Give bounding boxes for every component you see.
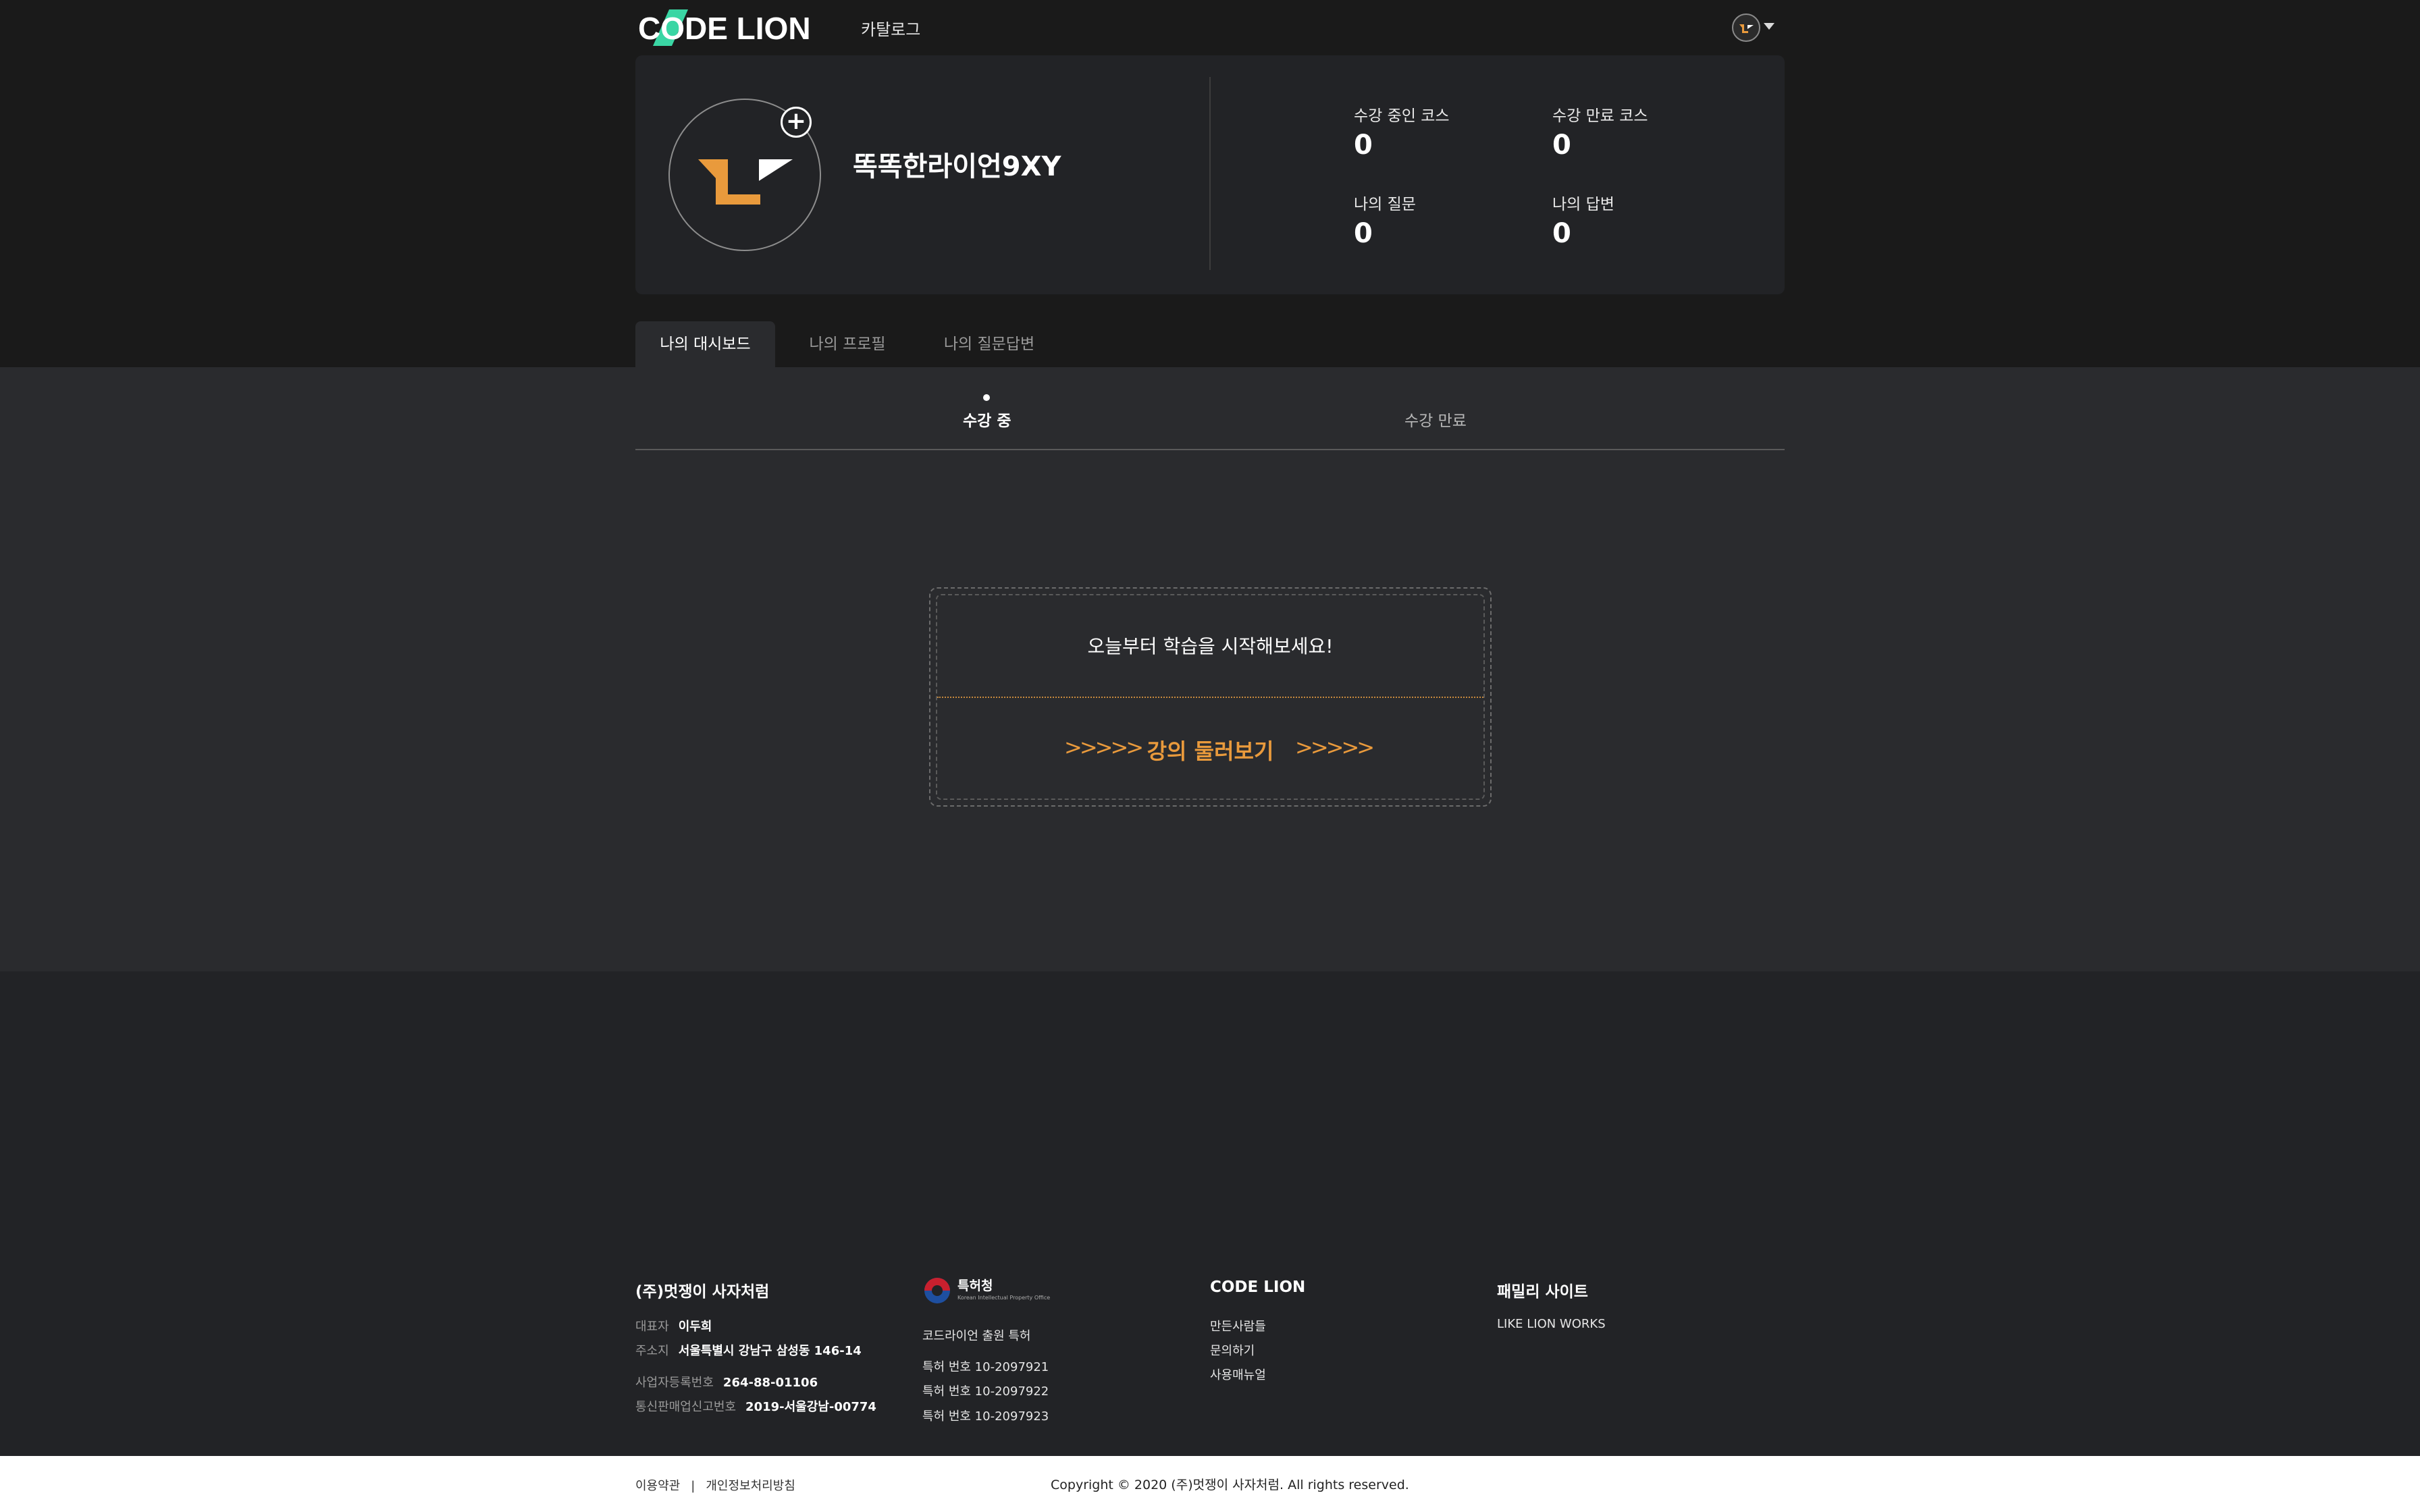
cta-message: 오늘부터 학습을 시작해보세요! xyxy=(1087,635,1334,657)
patent-item: 특허 번호 10-2097922 xyxy=(922,1384,1049,1399)
stat-value: 0 xyxy=(1354,218,1373,249)
link-separator: | xyxy=(691,1479,695,1493)
footer-link-manual[interactable]: 사용매뉴얼 xyxy=(1210,1366,1266,1383)
footer-link-contact[interactable]: 문의하기 xyxy=(1210,1341,1255,1359)
tab-qna[interactable]: 나의 질문답변 xyxy=(939,321,1040,367)
footer-link-team[interactable]: 만든사람들 xyxy=(1210,1317,1266,1334)
vertical-divider xyxy=(1209,77,1211,270)
row-value: 서울특별시 강남구 삼성동 146-14 xyxy=(678,1344,862,1358)
chevron-down-icon[interactable] xyxy=(1764,23,1774,30)
stat-enrolled: 수강 중인 코스 0 xyxy=(1354,103,1450,161)
top-header xyxy=(0,0,2420,55)
profile-username: 똑똑한라이언9XY xyxy=(853,151,1061,182)
tab-dashboard[interactable]: 나의 대시보드 xyxy=(635,321,775,367)
user-avatar-menu[interactable] xyxy=(1732,14,1760,42)
footer-company-row: 주소지 서울특별시 강남구 삼성동 146-14 xyxy=(635,1341,862,1359)
row-key: 사업자등록번호 xyxy=(635,1376,714,1390)
bottom-bar: 이용약관 | 개인정보처리방침 Copyright © 2020 (주)멋쟁이 사자… xyxy=(0,1456,2420,1512)
copyright-text: Copyright © 2020 (주)멋쟁이 사자처럼. All rights… xyxy=(1051,1478,1409,1492)
subtab-completed[interactable]: 수강 만료 xyxy=(1404,408,1467,431)
browse-courses-link[interactable]: 강의 둘러보기 xyxy=(936,734,1485,765)
legal-links: 이용약관 | 개인정보처리방침 xyxy=(635,1476,795,1494)
stat-questions: 나의 질문 0 xyxy=(1354,191,1416,249)
subtab-enrolled[interactable]: 수강 중 xyxy=(963,408,1011,431)
row-value: 264-88-01106 xyxy=(722,1376,818,1390)
patent-item: 특허 번호 10-2097921 xyxy=(922,1360,1049,1374)
chevrons-right-icon: >>>>> xyxy=(1295,734,1375,760)
privacy-link[interactable]: 개인정보처리방침 xyxy=(706,1479,795,1493)
code-lion-logo[interactable]: CODE LION xyxy=(638,7,827,49)
stat-label: 수강 중인 코스 xyxy=(1354,107,1450,125)
active-indicator-dot xyxy=(983,394,990,401)
footer-codelion-title: CODE LION xyxy=(1210,1278,1306,1296)
footer-company-row: 통신판매업신고번호 2019-서울강남-00774 xyxy=(635,1397,876,1415)
svg-text:CODE LION: CODE LION xyxy=(638,11,811,46)
kipo-logo-subtext: Korean Intellectual Property Office xyxy=(957,1295,1051,1301)
stat-answers: 나의 답변 0 xyxy=(1552,191,1614,249)
row-key: 통신판매업신고번호 xyxy=(635,1400,737,1414)
terms-link[interactable]: 이용약관 xyxy=(635,1479,680,1493)
stat-value: 0 xyxy=(1552,130,1571,161)
footer-company-row: 사업자등록번호 264-88-01106 xyxy=(635,1373,818,1390)
stat-completed: 수강 만료 코스 0 xyxy=(1552,103,1648,161)
stat-value: 0 xyxy=(1552,218,1571,249)
profile-card: + 똑똑한라이언9XY 수강 중인 코스 0 수강 만료 코스 0 나의 질문 … xyxy=(635,55,1785,294)
stat-value: 0 xyxy=(1354,130,1373,161)
patent-heading: 코드라이언 출원 특허 xyxy=(922,1329,1031,1343)
nav-catalog-link[interactable]: 카탈로그 xyxy=(861,16,920,40)
row-key: 대표자 xyxy=(635,1320,669,1334)
tab-profile[interactable]: 나의 프로필 xyxy=(797,321,898,367)
kipo-logo: 특허청 Korean Intellectual Property Office xyxy=(922,1276,1051,1305)
footer-company-row: 대표자 이두희 xyxy=(635,1317,712,1334)
footer-family-title: 패밀리 사이트 xyxy=(1497,1283,1588,1301)
stat-label: 나의 질문 xyxy=(1354,196,1416,213)
row-value: 2019-서울강남-00774 xyxy=(745,1400,876,1414)
stat-label: 나의 답변 xyxy=(1552,196,1614,213)
footer-link-likelion-works[interactable]: LIKE LION WORKS xyxy=(1497,1317,1606,1331)
stat-label: 수강 만료 코스 xyxy=(1552,107,1648,125)
add-photo-icon[interactable]: + xyxy=(781,107,812,138)
row-key: 주소지 xyxy=(635,1344,669,1358)
footer-company-title: (주)멋쟁이 사자처럼 xyxy=(635,1283,770,1301)
footer xyxy=(0,971,2420,1456)
patent-item: 특허 번호 10-2097923 xyxy=(922,1409,1049,1424)
cta-divider xyxy=(937,697,1483,698)
subtabs-underline xyxy=(635,449,1785,450)
kipo-logo-text: 특허청 xyxy=(957,1278,993,1293)
row-value: 이두희 xyxy=(678,1320,712,1334)
